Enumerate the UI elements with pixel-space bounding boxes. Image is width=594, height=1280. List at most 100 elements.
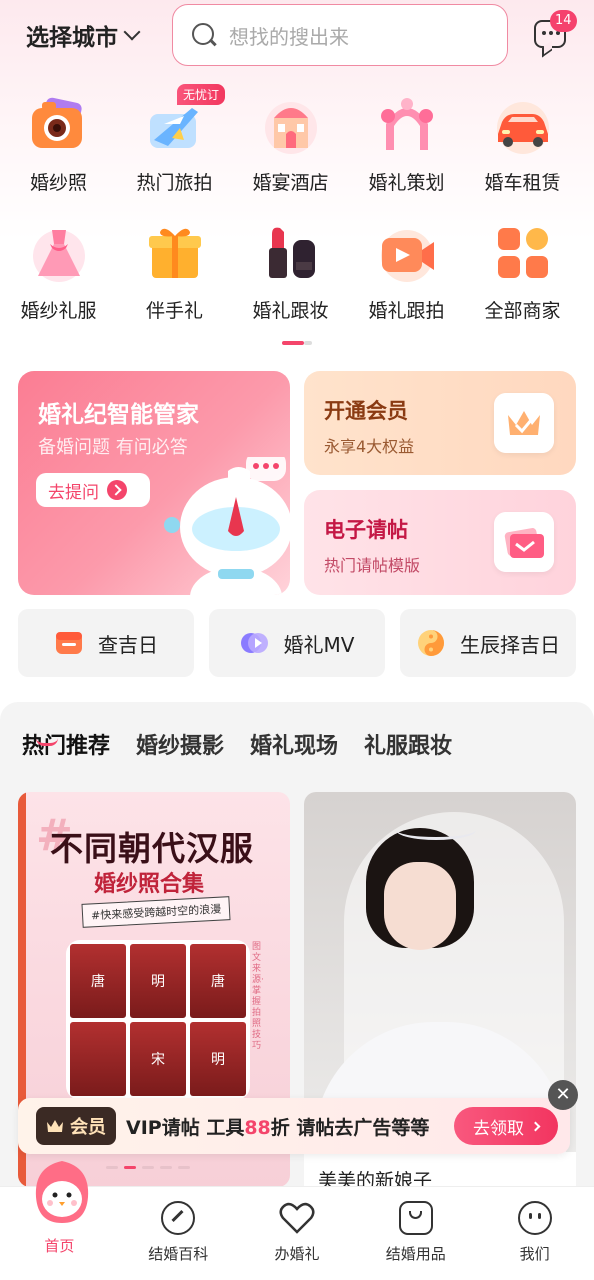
category-label: 婚礼策划 — [368, 172, 445, 194]
claim-button-label: 去领取 — [473, 1118, 524, 1139]
search-placeholder: 想找的搜出来 — [229, 24, 349, 49]
vip-promo-banner[interactable]: 会员 VIP请帖 工具88折 请帖去广告等等 去领取 — [18, 1098, 570, 1154]
pager-dot — [304, 341, 312, 345]
category-all-merchants[interactable]: 全部商家 — [465, 216, 580, 344]
category-label: 婚宴酒店 — [252, 172, 329, 194]
envelope-icon — [494, 512, 554, 572]
category-travel-photo[interactable]: 无忧订 热门旅拍 — [117, 84, 232, 216]
crown-icon — [494, 393, 554, 453]
poster-tag: #快来感受跨越时空的浪漫 — [81, 896, 231, 928]
heart-icon — [279, 1202, 315, 1234]
video-camera-icon — [380, 230, 434, 282]
nav-home[interactable]: 首页 — [0, 1161, 119, 1280]
vip-badge-label: 会员 — [70, 1117, 106, 1138]
nav-encyclopedia[interactable]: 结婚百科 — [119, 1187, 238, 1280]
close-icon[interactable]: ✕ — [548, 1080, 578, 1110]
category-car-rental[interactable]: 婚车租赁 — [465, 88, 580, 216]
search-bar[interactable]: 想找的搜出来 — [172, 4, 508, 66]
smile-icon — [517, 1201, 552, 1235]
poster-subtitle: 婚纱照合集 — [94, 872, 205, 897]
category-label: 婚车租赁 — [484, 172, 561, 194]
camera-icon — [31, 97, 82, 148]
nav-label: 结婚百科 — [148, 1245, 209, 1263]
category-label: 伴手礼 — [145, 300, 203, 322]
message-badge: 14 — [550, 10, 577, 32]
photo-tile: 唐 — [70, 944, 126, 1018]
city-selector[interactable]: 选择城市 — [26, 18, 141, 52]
bag-icon — [398, 1201, 433, 1235]
tool-birth-date[interactable]: 生辰择吉日 — [400, 609, 576, 677]
dress-icon — [32, 230, 85, 282]
search-icon — [191, 22, 217, 48]
category-video[interactable]: 婚礼跟拍 — [349, 216, 464, 344]
grid-icon — [497, 228, 548, 278]
tool-wedding-mv[interactable]: 婚礼MV — [209, 609, 385, 677]
robot-mascot-icon — [164, 457, 290, 595]
category-wedding-hotel[interactable]: 婚宴酒店 — [233, 88, 348, 216]
city-label: 选择城市 — [26, 25, 118, 51]
quick-tools: 查吉日 婚礼MV 生辰择吉日 — [18, 609, 576, 677]
category-label: 热门旅拍 — [136, 172, 213, 194]
nav-plan-wedding[interactable]: 办婚礼 — [238, 1187, 357, 1280]
category-tag: 无忧订 — [177, 84, 226, 105]
message-button[interactable]: 14 — [534, 10, 577, 50]
tab-wedding-scene[interactable]: 婚礼现场 — [250, 728, 338, 760]
photo-tile: 明 — [130, 944, 186, 1018]
vip-badge: 会员 — [36, 1107, 116, 1145]
carousel-dots — [106, 1166, 190, 1169]
pager-dot-active — [282, 341, 304, 345]
crown-icon — [47, 1120, 63, 1132]
poster-side-text: 图文来源·掌握拍照技巧 — [252, 942, 264, 1051]
arrow-right-icon — [107, 480, 127, 500]
photo-tile: 唐 — [190, 944, 246, 1018]
category-pager — [282, 341, 312, 345]
nav-label: 我们 — [519, 1245, 550, 1263]
gift-icon — [148, 228, 201, 278]
category-label: 婚纱礼服 — [20, 300, 97, 322]
category-wedding-planning[interactable]: 婚礼策划 — [349, 88, 464, 216]
calendar-icon — [56, 632, 82, 654]
category-grid: 婚纱照 无忧订 热门旅拍 婚宴酒店 婚礼策划 婚车租赁 婚纱礼服 伴手礼 婚礼跟… — [0, 84, 594, 344]
tool-label: 生辰择吉日 — [460, 632, 560, 657]
home-mascot-icon — [35, 1161, 89, 1223]
ask-button-label: 去提问 — [48, 482, 99, 503]
tool-auspicious-day[interactable]: 查吉日 — [18, 609, 194, 677]
invitation-card-title: 电子请帖 — [324, 518, 408, 542]
poster-title: 不同朝代汉服 — [50, 829, 254, 868]
vip-card-subtitle: 永享4大权益 — [324, 437, 415, 456]
nav-supplies[interactable]: 结婚用品 — [356, 1187, 475, 1280]
chevron-down-icon — [123, 23, 141, 41]
ai-card-subtitle: 备婚问题 有问必答 — [38, 437, 188, 458]
lipstick-icon — [268, 227, 315, 278]
compass-icon — [161, 1201, 196, 1235]
tab-dress-makeup[interactable]: 礼服跟妆 — [364, 728, 452, 760]
arch-icon — [380, 98, 433, 150]
category-wedding-dress[interactable]: 婚纱礼服 — [1, 216, 116, 344]
car-icon — [496, 102, 549, 154]
category-gift[interactable]: 伴手礼 — [117, 216, 232, 344]
promo-text: VIP请帖 工具88折 请帖去广告等等 — [126, 1116, 430, 1139]
top-header: 选择城市 想找的搜出来 14 — [0, 0, 594, 72]
vip-card-title: 开通会员 — [324, 399, 408, 423]
category-label: 婚礼跟拍 — [368, 300, 445, 322]
photo-tile: 明 — [190, 1022, 246, 1096]
photo-grid: 唐 明 唐 宋 明 — [66, 940, 250, 1100]
category-makeup[interactable]: 婚礼跟妆 — [233, 216, 348, 344]
tab-photography[interactable]: 婚纱摄影 — [136, 728, 224, 760]
claim-button[interactable]: 去领取 — [454, 1107, 558, 1145]
chevron-right-icon — [530, 1121, 541, 1131]
tool-label: 婚礼MV — [283, 632, 355, 657]
invitation-card[interactable]: 电子请帖 热门请帖模版 — [304, 490, 576, 595]
tab-hot[interactable]: 热门推荐 — [22, 728, 110, 760]
category-label: 全部商家 — [484, 300, 561, 322]
nav-us[interactable]: 我们 — [475, 1187, 594, 1280]
tool-label: 查吉日 — [98, 632, 158, 657]
yin-yang-icon — [418, 630, 444, 656]
ask-button[interactable]: 去提问 — [36, 473, 150, 507]
category-wedding-photo[interactable]: 婚纱照 — [1, 88, 116, 216]
nav-label: 首页 — [44, 1237, 75, 1255]
hotel-icon — [264, 102, 317, 154]
vip-card[interactable]: 开通会员 永享4大权益 — [304, 371, 576, 475]
ai-assistant-card[interactable]: 婚礼纪智能管家 备婚问题 有问必答 去提问 — [18, 371, 290, 595]
nav-label: 办婚礼 — [274, 1245, 320, 1263]
